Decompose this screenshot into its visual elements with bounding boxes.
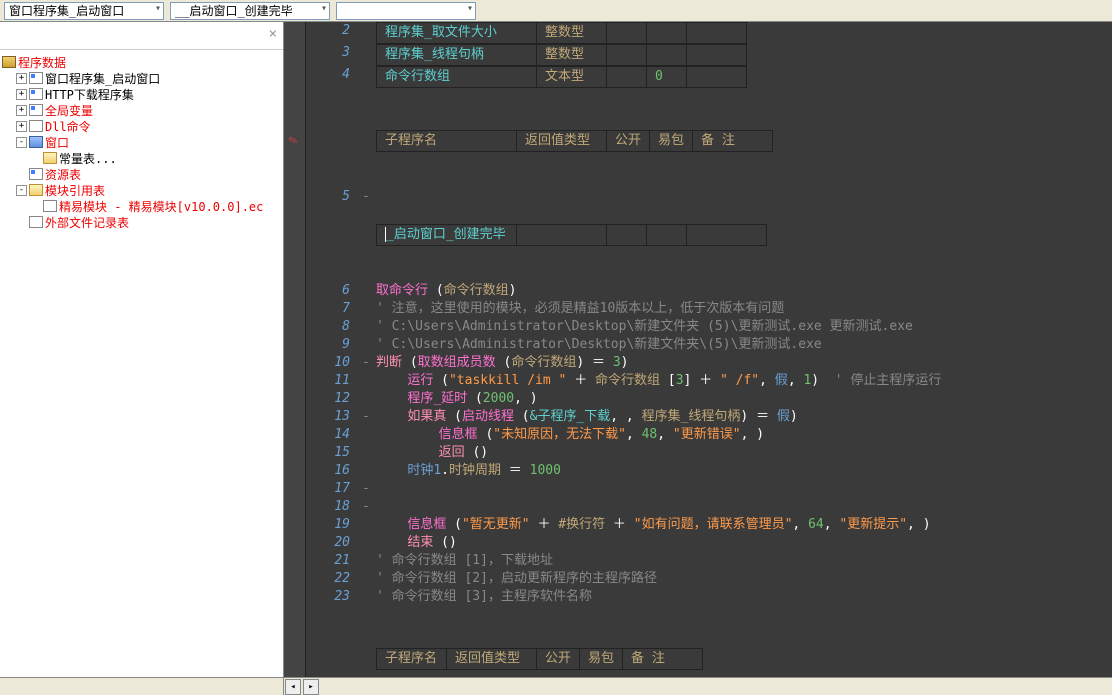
tree-item[interactable]: - 模块引用表 <box>2 182 281 198</box>
col-rettype: 返回值类型 <box>517 131 607 152</box>
combo-sub[interactable]: __启动窗口_创建完毕 <box>170 2 330 20</box>
sidebar-header <box>0 22 283 50</box>
tree-item[interactable]: + 全局变量 <box>2 102 281 118</box>
db-icon <box>29 88 43 100</box>
sub-header-table: 子程序名 返回值类型 公开 易包 备 注 <box>376 130 773 152</box>
var-row[interactable]: 命令行数组文本型0 <box>376 66 747 88</box>
red-icon <box>29 120 43 132</box>
tree-label: 全局变量 <box>45 102 93 119</box>
tree-root[interactable]: 程序数据 <box>2 54 281 70</box>
fold-icon <box>43 152 57 164</box>
code-editor[interactable]: 2程序集_取文件大小整数型3程序集_线程句柄整数型4命令行数组文本型0 子程序名… <box>306 22 1112 677</box>
sub2-header: 子程序名 返回值类型 公开 易包 备 注 <box>376 648 703 670</box>
tree-label: 精易模块 - 精易模块[v10.0.0].ec <box>59 198 263 215</box>
db-icon <box>29 168 43 180</box>
col-public: 公开 <box>607 131 650 152</box>
code-line[interactable]: 15 返回 () <box>306 444 1112 462</box>
tree-toggle[interactable]: + <box>16 105 27 116</box>
col-subname: 子程序名 <box>377 131 517 152</box>
tree-item[interactable]: 精易模块 - 精易模块[v10.0.0].ec <box>2 198 281 214</box>
sub-name: _启动窗口_创建完毕 <box>386 227 506 242</box>
tree-item[interactable]: - 窗口 <box>2 134 281 150</box>
tree-toggle[interactable]: - <box>16 185 27 196</box>
tree-label: 常量表... <box>59 150 117 167</box>
statusbar: ◂ ▸ <box>0 677 1112 695</box>
code-line[interactable]: 10-判断 (取数组成员数 (命令行数组) ＝ 3) <box>306 354 1112 372</box>
code-line[interactable]: 21' 命令行数组 [1]，下载地址 <box>306 552 1112 570</box>
marker-gutter: ✎ <box>284 22 306 677</box>
col-pkg: 易包 <box>650 131 693 152</box>
win-icon <box>29 136 43 148</box>
code-line[interactable]: 8' C:\Users\Administrator\Desktop\新建文件夹 … <box>306 318 1112 336</box>
red-icon <box>29 216 43 228</box>
scroll-right[interactable]: ▸ <box>303 679 319 695</box>
red-icon <box>43 200 57 212</box>
tree-item[interactable]: 外部文件记录表 <box>2 214 281 230</box>
code-line[interactable]: 20 结束 () <box>306 534 1112 552</box>
tree-label: 窗口 <box>45 134 69 151</box>
col-remark: 备 注 <box>693 131 773 152</box>
tree-label: Dll命令 <box>45 118 91 135</box>
code-line[interactable]: 9' C:\Users\Administrator\Desktop\新建文件夹\… <box>306 336 1112 354</box>
sub-name-row[interactable]: _启动窗口_创建完毕 <box>376 224 767 246</box>
tree-label: HTTP下载程序集 <box>45 86 134 103</box>
combo-class[interactable]: 窗口程序集_启动窗口 <box>4 2 164 20</box>
tree-item[interactable]: 常量表... <box>2 150 281 166</box>
code-line[interactable]: 12 程序_延时 (2000, ) <box>306 390 1112 408</box>
root-icon <box>2 56 16 68</box>
tree-item[interactable]: 资源表 <box>2 166 281 182</box>
code-line[interactable]: 16 时钟1.时钟周期 ＝ 1000 <box>306 462 1112 480</box>
tree-label: 模块引用表 <box>45 182 105 199</box>
code-line[interactable]: 6取命令行 (命令行数组) <box>306 282 1112 300</box>
code-line[interactable]: 11 运行 ("taskkill /im " ＋ 命令行数组 [3] ＋ " /… <box>306 372 1112 390</box>
code-line[interactable]: 14 信息框 ("未知原因，无法下载", 48, "更新错误", ) <box>306 426 1112 444</box>
code-line[interactable]: 13- 如果真 (启动线程 (&子程序_下载, , 程序集_线程句柄) ＝ 假) <box>306 408 1112 426</box>
tree-toggle[interactable]: - <box>16 137 27 148</box>
var-row[interactable]: 程序集_取文件大小整数型 <box>376 22 747 44</box>
sidebar: 程序数据 + 窗口程序集_启动窗口 + HTTP下载程序集 + 全局变量 + Dll命令 - 窗口… <box>0 22 284 677</box>
scroll-left[interactable]: ◂ <box>285 679 301 695</box>
pencil-icon: ✎ <box>286 130 301 145</box>
tree-label: 外部文件记录表 <box>45 214 129 231</box>
code-line[interactable]: 7' 注意，这里使用的模块，必须是精益10版本以上，低于次版本有问题 <box>306 300 1112 318</box>
toolbar: 窗口程序集_启动窗口 __启动窗口_创建完毕 <box>0 0 1112 22</box>
code-line[interactable]: 17- <box>306 480 1112 498</box>
tree-toggle[interactable]: + <box>16 89 27 100</box>
tree-label: 窗口程序集_启动窗口 <box>45 70 160 87</box>
db-icon <box>29 104 43 116</box>
var-row[interactable]: 程序集_线程句柄整数型 <box>376 44 747 66</box>
code-line[interactable]: 19 信息框 ("暂无更新" ＋ #换行符 ＋ "如有问题，请联系管理员", 6… <box>306 516 1112 534</box>
combo-extra[interactable] <box>336 2 476 20</box>
tree-item[interactable]: + 窗口程序集_启动窗口 <box>2 70 281 86</box>
project-tree[interactable]: 程序数据 + 窗口程序集_启动窗口 + HTTP下载程序集 + 全局变量 + Dll命令 - 窗口… <box>0 50 283 677</box>
db-icon <box>29 72 43 84</box>
tree-item[interactable]: + HTTP下载程序集 <box>2 86 281 102</box>
tree-toggle[interactable]: + <box>16 121 27 132</box>
code-line[interactable]: 18- <box>306 498 1112 516</box>
tree-item[interactable]: + Dll命令 <box>2 118 281 134</box>
tree-label: 资源表 <box>45 166 81 183</box>
tree-toggle[interactable]: + <box>16 73 27 84</box>
fold-icon <box>29 184 43 196</box>
tree-root-label: 程序数据 <box>18 54 66 71</box>
code-line[interactable]: 23' 命令行数组 [3]，主程序软件名称 <box>306 588 1112 606</box>
code-line[interactable]: 22' 命令行数组 [2]，启动更新程序的主程序路径 <box>306 570 1112 588</box>
